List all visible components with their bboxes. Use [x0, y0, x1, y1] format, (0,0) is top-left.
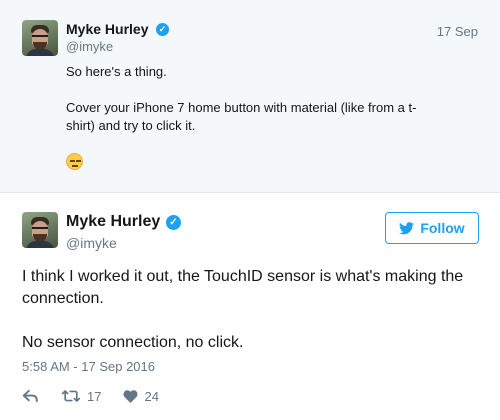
verified-icon: ✓	[166, 215, 181, 230]
quoted-text-line-1: So here's a thing.	[66, 64, 167, 79]
avatar[interactable]	[22, 20, 58, 56]
like-count: 24	[144, 388, 159, 404]
retweet-count: 17	[87, 388, 102, 404]
tweet-text-line-2: connection.	[22, 290, 104, 307]
quoted-text-line-2: Cover your iPhone 7 home button with mat…	[66, 100, 417, 115]
twitter-bird-icon	[399, 221, 415, 234]
tweet-date[interactable]: 17 Sep	[437, 24, 478, 39]
author-handle[interactable]: @imyke	[66, 235, 117, 251]
like-button[interactable]: 24	[123, 388, 159, 404]
reply-button[interactable]	[22, 389, 39, 403]
author-name[interactable]: Myke Hurley	[66, 21, 148, 37]
reply-icon	[22, 389, 38, 403]
follow-label: Follow	[420, 220, 465, 236]
expressionless-face-icon	[66, 153, 83, 170]
author-handle[interactable]: @imyke	[66, 39, 113, 54]
retweet-icon	[61, 390, 81, 402]
tweet-text-line-1: I think I worked it out, the TouchID sen…	[22, 268, 464, 285]
author-name[interactable]: Myke Hurley	[66, 213, 160, 231]
avatar[interactable]	[22, 212, 58, 248]
follow-button[interactable]: Follow	[385, 212, 479, 244]
retweet-button[interactable]: 17	[61, 389, 101, 404]
tweet-text-line-3: No sensor connection, no click.	[22, 334, 244, 351]
like-icon	[123, 389, 138, 403]
quoted-text-line-3: shirt) and try to click it.	[66, 118, 196, 133]
tweet-timestamp[interactable]: 5:58 AM - 17 Sep 2016	[22, 359, 155, 374]
tweet-actions: 17 24	[22, 386, 181, 406]
verified-icon: ✓	[156, 23, 169, 36]
